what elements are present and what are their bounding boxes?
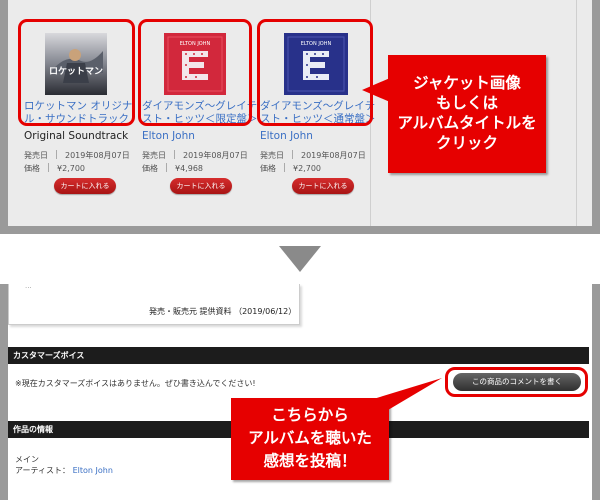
provider-info-box: ... 発売・販売元 提供資料 （2019/06/12） xyxy=(8,282,300,325)
product-price-2: 価格 ¥4,968 xyxy=(142,163,203,174)
add-to-cart-button-2[interactable]: カートに入れる xyxy=(170,178,232,194)
product-release-1: 発売日 2019年08月07日 xyxy=(24,150,130,161)
add-to-cart-button-1[interactable]: カートに入れる xyxy=(54,178,116,194)
highlight-box-1 xyxy=(18,19,135,126)
callout-line: アルバムを聴いた xyxy=(248,429,372,447)
price-label: 価格 xyxy=(260,164,276,173)
artist-row: アーティスト： Elton John xyxy=(15,465,113,476)
provider-text: 発売・販売元 提供資料 （2019/06/12） xyxy=(149,307,297,316)
divider xyxy=(48,163,49,172)
callout-line: クリック xyxy=(435,134,498,152)
product-artist-link-3[interactable]: Elton John xyxy=(260,130,313,143)
callout-line: 感想を投稿！ xyxy=(263,452,357,470)
callout-line: ジャケット画像 xyxy=(413,74,521,92)
artist-label: アーティスト： xyxy=(15,466,71,475)
artist-link[interactable]: Elton John xyxy=(73,466,113,475)
callout-post-review: こちらから アルバムを聴いた 感想を投稿！ xyxy=(231,398,389,480)
divider xyxy=(292,150,293,159)
highlight-box-comment xyxy=(445,367,588,397)
price-value: ¥4,968 xyxy=(175,164,203,173)
product-release-2: 発売日 2019年08月07日 xyxy=(142,150,248,161)
column-divider xyxy=(576,0,577,226)
callout-pointer xyxy=(362,78,390,102)
customer-voice-notice: ※現在カスタマーズボイスはありません。ぜひ書き込んでください! xyxy=(15,379,256,388)
callout-pointer xyxy=(370,378,442,410)
callout-line: こちらから xyxy=(271,406,349,424)
release-label: 発売日 xyxy=(260,151,284,160)
highlight-box-3 xyxy=(257,19,373,126)
callout-click-jacket: ジャケット画像 もしくは アルバムタイトルを クリック xyxy=(388,55,546,173)
release-date: 2019年08月07日 xyxy=(65,151,130,160)
release-date: 2019年08月07日 xyxy=(183,151,248,160)
price-label: 価格 xyxy=(142,164,158,173)
product-release-3: 発売日 2019年08月07日 xyxy=(260,150,366,161)
product-price-3: 価格 ¥2,700 xyxy=(260,163,321,174)
divider xyxy=(174,150,175,159)
release-label: 発売日 xyxy=(142,151,166,160)
faded-text: ... xyxy=(25,282,32,290)
product-price-1: 価格 ¥2,700 xyxy=(24,163,85,174)
customer-voice-header: カスタマーズボイス xyxy=(8,347,589,364)
callout-line: もしくは xyxy=(435,94,498,112)
price-value: ¥2,700 xyxy=(57,164,85,173)
price-label: 価格 xyxy=(24,164,40,173)
product-list-panel: ロケットマン ロケットマン オリジナル・サウンドトラック Original So… xyxy=(0,0,600,234)
highlight-box-2 xyxy=(138,19,252,126)
product-artist-1: Original Soundtrack xyxy=(24,130,129,142)
down-arrow-icon xyxy=(279,246,321,272)
add-to-cart-button-3[interactable]: カートに入れる xyxy=(292,178,354,194)
divider xyxy=(166,163,167,172)
main-label: メイン xyxy=(15,455,39,464)
price-value: ¥2,700 xyxy=(293,164,321,173)
release-date: 2019年08月07日 xyxy=(301,151,366,160)
callout-text: ジャケット画像 もしくは アルバムタイトルを クリック xyxy=(388,73,546,153)
callout-line: アルバムタイトルを xyxy=(397,114,537,132)
release-label: 発売日 xyxy=(24,151,48,160)
divider xyxy=(56,150,57,159)
callout-text: こちらから アルバムを聴いた 感想を投稿！ xyxy=(231,404,389,473)
product-artist-link-2[interactable]: Elton John xyxy=(142,130,195,143)
divider xyxy=(284,163,285,172)
